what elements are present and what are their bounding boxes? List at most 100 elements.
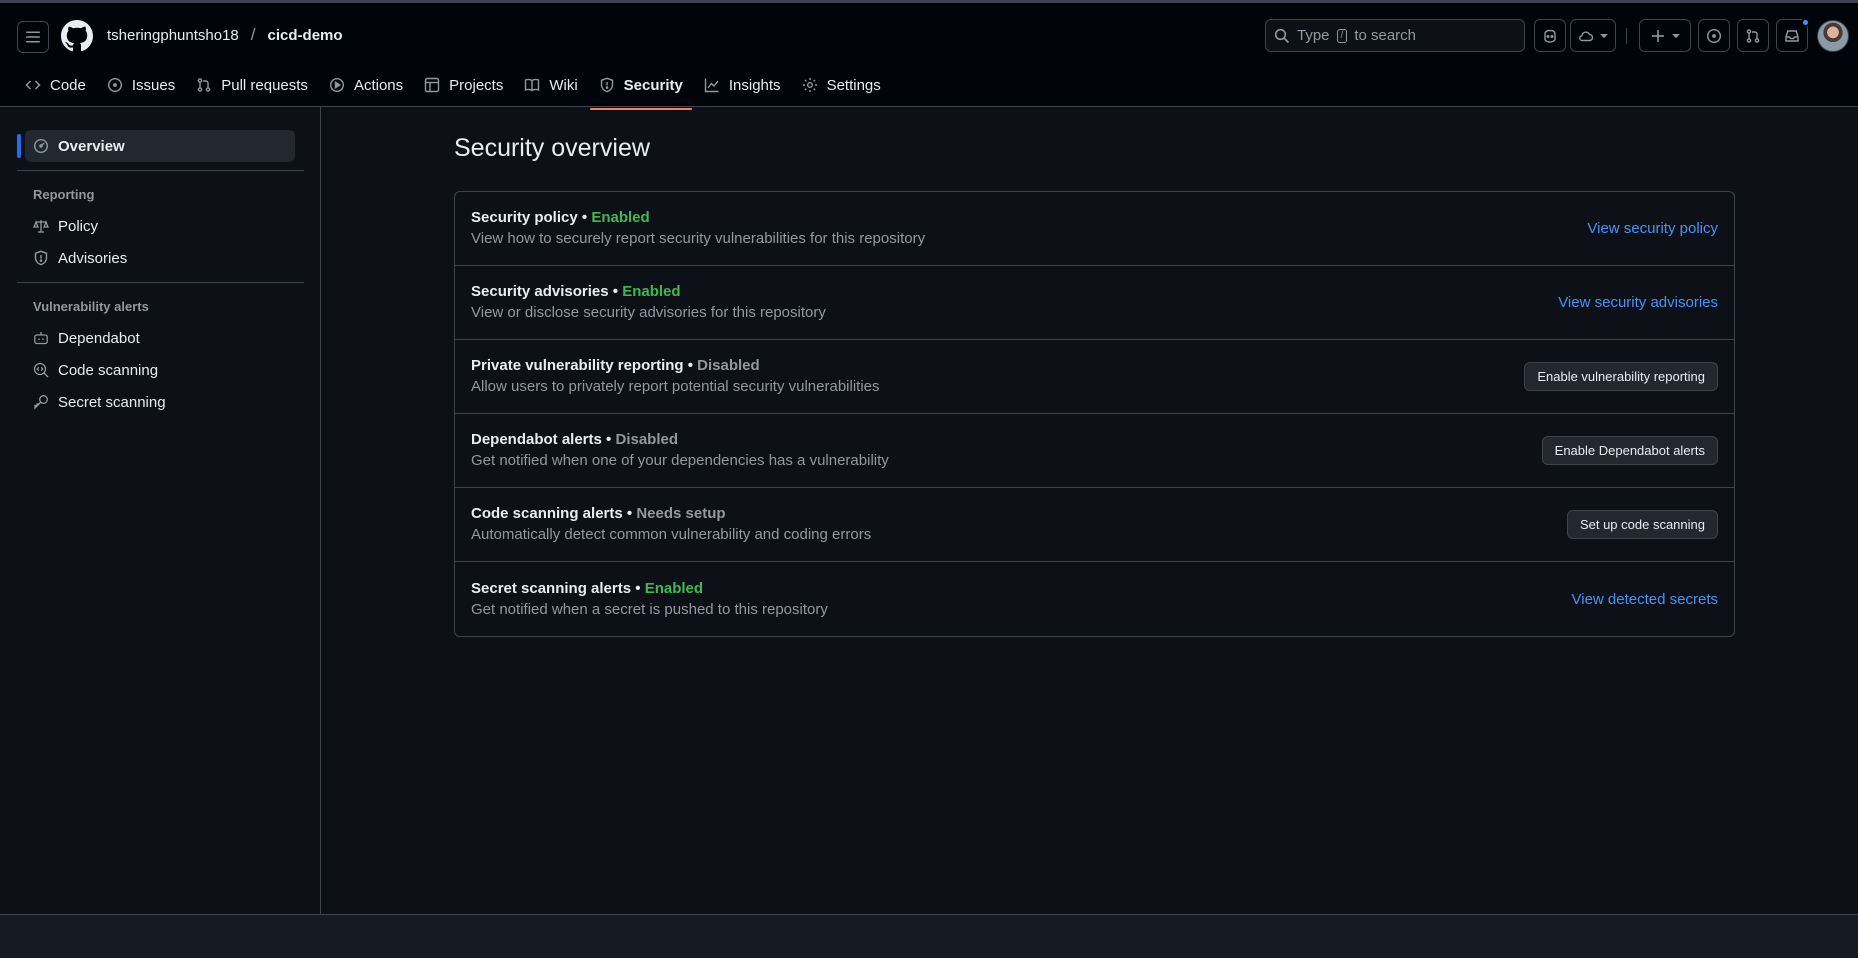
row-description: View how to securely report security vul… <box>471 230 926 247</box>
sidebar-item-policy[interactable]: Policy <box>25 211 295 241</box>
row-bullet: • <box>626 505 633 522</box>
create-new-button[interactable] <box>1639 19 1691 52</box>
footer-bar <box>0 915 1858 958</box>
row-bullet: • <box>581 209 588 226</box>
tab-label: Insights <box>728 76 781 94</box>
list-item-private-vulnerability-reporting: Private vulnerability reporting • Disabl… <box>455 340 1734 414</box>
enable-vulnerability-reporting-button[interactable]: Enable vulnerability reporting <box>1524 362 1718 391</box>
avatar[interactable] <box>1817 20 1849 52</box>
sidebar-item-code-scanning[interactable]: Code scanning <box>25 355 295 385</box>
search-input[interactable]: Type / to search <box>1265 19 1525 52</box>
shield-icon <box>34 250 48 266</box>
search-placeholder-pre: Type <box>1297 27 1330 44</box>
tab-label: Security <box>623 76 683 94</box>
tab-issues[interactable]: Issues <box>98 62 184 108</box>
sidebar-heading-vulnerability-alerts: Vulnerability alerts <box>33 299 149 314</box>
tab-insights[interactable]: Insights <box>695 62 790 108</box>
row-title: Security policy <box>471 209 578 226</box>
row-title: Secret scanning alerts <box>471 579 632 597</box>
search-placeholder-post: to search <box>1354 27 1417 44</box>
sidebar-item-dependabot[interactable]: Dependabot <box>25 323 295 353</box>
copilot-button[interactable] <box>1534 19 1566 52</box>
issue-opened-icon <box>1706 28 1722 43</box>
chevron-down-icon <box>1672 33 1680 38</box>
inbox-icon <box>1785 29 1799 42</box>
list-item-secret-scanning-alerts: Secret scanning alerts • Enabled Get not… <box>455 562 1734 636</box>
row-title-line: Code scanning alerts • Needs setup <box>471 504 871 524</box>
sidebar-heading-reporting: Reporting <box>33 187 95 202</box>
list-item-security-advisories: Security advisories • Enabled View or di… <box>455 266 1734 340</box>
status-badge: Needs setup <box>636 505 726 522</box>
row-description: Automatically detect common vulnerabilit… <box>471 526 872 543</box>
list-item-code-scanning-alerts: Code scanning alerts • Needs setup Autom… <box>455 488 1734 562</box>
sidebar-divider <box>17 170 304 171</box>
security-sidebar: Overview Reporting Policy Advisories Vul… <box>0 107 321 914</box>
sidebar-divider <box>17 282 304 283</box>
git-pull-request-icon <box>197 78 211 92</box>
row-title-line: Private vulnerability reporting • Disabl… <box>471 356 880 376</box>
sidebar-item-advisories[interactable]: Advisories <box>25 243 295 273</box>
view-security-advisories-link[interactable]: View security advisories <box>1558 294 1718 311</box>
github-logo-icon[interactable] <box>61 20 93 52</box>
tab-pull-requests[interactable]: Pull requests <box>187 62 317 108</box>
sidebar-item-secret-scanning[interactable]: Secret scanning <box>25 387 295 417</box>
shield-icon <box>600 77 613 93</box>
list-item-dependabot-alerts: Dependabot alerts • Disabled Get notifie… <box>455 414 1734 488</box>
page-title: Security overview <box>454 134 650 162</box>
menu-button[interactable] <box>17 21 49 53</box>
plus-icon <box>1652 29 1664 42</box>
sidebar-item-label: Overview <box>58 137 125 155</box>
tab-actions[interactable]: Actions <box>320 62 412 108</box>
sidebar-item-label: Dependabot <box>58 329 140 347</box>
row-title: Private vulnerability reporting <box>471 357 684 374</box>
row-title-line: Secret scanning alerts • Enabled <box>471 579 828 599</box>
hamburger-icon <box>26 31 40 43</box>
tab-settings[interactable]: Settings <box>793 62 890 108</box>
row-bullet: • <box>687 357 693 374</box>
tab-label: Pull requests <box>221 76 308 94</box>
key-icon <box>34 395 48 410</box>
pull-requests-button[interactable] <box>1737 19 1769 52</box>
codespaces-dropdown-button[interactable] <box>1570 19 1616 52</box>
row-description: Allow users to privately report potentia… <box>471 378 880 395</box>
row-bullet: • <box>606 431 612 448</box>
tab-label: Issues <box>131 76 176 94</box>
breadcrumb: tsheringphuntsho18 / cicd-demo <box>107 25 343 45</box>
tab-label: Projects <box>449 76 504 94</box>
notification-indicator <box>1801 18 1810 27</box>
security-features-list: Security policy • Enabled View how to se… <box>454 191 1735 637</box>
book-icon <box>525 78 540 92</box>
row-title-line: Security advisories • Enabled <box>471 282 826 302</box>
issues-button[interactable] <box>1698 19 1730 52</box>
tab-code[interactable]: Code <box>16 62 95 108</box>
repo-nav: Code Issues Pull requests Actions Projec… <box>16 62 893 110</box>
enable-dependabot-alerts-button[interactable]: Enable Dependabot alerts <box>1541 436 1718 465</box>
tab-label: Settings <box>826 76 881 94</box>
tab-wiki[interactable]: Wiki <box>515 62 586 108</box>
tab-label: Code <box>50 76 86 94</box>
status-badge: Disabled <box>615 431 679 448</box>
git-pull-request-icon <box>1746 28 1760 43</box>
repo-name-link[interactable]: cicd-demo <box>268 27 343 44</box>
dependabot-icon <box>34 332 48 345</box>
status-badge: Enabled <box>591 209 650 226</box>
sidebar-item-overview[interactable]: Overview <box>25 130 295 162</box>
view-security-policy-link[interactable]: View security policy <box>1587 220 1718 237</box>
tab-projects[interactable]: Projects <box>415 62 512 108</box>
code-icon <box>25 80 41 90</box>
row-description: Get notified when one of your dependenci… <box>471 452 889 469</box>
view-detected-secrets-link[interactable]: View detected secrets <box>1572 591 1718 608</box>
row-title: Code scanning alerts <box>471 505 623 522</box>
set-up-code-scanning-button[interactable]: Set up code scanning <box>1566 510 1718 539</box>
cloud-icon <box>1579 30 1594 41</box>
breadcrumb-separator: / <box>250 25 256 44</box>
header-divider <box>1626 28 1627 44</box>
copilot-icon <box>1544 29 1556 43</box>
row-title: Dependabot alerts <box>471 431 602 448</box>
tab-label: Actions <box>353 76 404 94</box>
repo-owner-link[interactable]: tsheringphuntsho18 <box>107 27 239 44</box>
sidebar-item-label: Secret scanning <box>58 393 166 411</box>
sidebar-item-label: Code scanning <box>58 361 159 379</box>
status-badge: Disabled <box>697 357 760 374</box>
tab-security[interactable]: Security <box>589 62 693 110</box>
